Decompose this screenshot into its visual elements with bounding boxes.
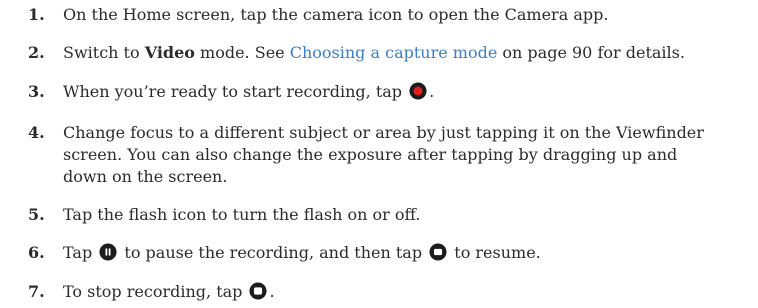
step-text-suffix: . (269, 282, 275, 301)
step-text-suffix: . (429, 82, 435, 101)
capture-mode-link[interactable]: Choosing a capture mode (290, 43, 498, 62)
step-text-middle: to pause the recording, and then tap (119, 243, 428, 262)
step-text-prefix: Switch to (63, 43, 145, 62)
step-text-middle: mode. See (194, 43, 290, 62)
step-text: Tap to pause the recording, and then tap… (63, 242, 753, 264)
stop-icon (249, 282, 268, 300)
record-icon (409, 82, 427, 100)
step-text-prefix: When you’re ready to start recording, ta… (63, 82, 408, 101)
step-number: 1. (28, 5, 45, 24)
step-text: Switch to Video mode. See Choosing a cap… (63, 42, 753, 64)
step-number: 2. (28, 43, 45, 62)
step-text-line: Change focus to a different subject or a… (63, 123, 704, 142)
step-text-prefix: To stop recording, tap (63, 282, 248, 301)
step-text: When you’re ready to start recording, ta… (63, 81, 753, 103)
step-text: Tap the flash icon to turn the flash on … (63, 205, 421, 224)
step-text-suffix: on page 90 for details. (497, 43, 685, 62)
mode-name: Video (144, 43, 195, 62)
step-text: Change focus to a different subject or a… (63, 122, 753, 188)
step-text-suffix: to resume. (449, 243, 541, 262)
step-text-prefix: Tap (63, 243, 98, 262)
step-text: To stop recording, tap . (63, 281, 753, 303)
step-number: 7. (28, 282, 45, 301)
pause-icon (99, 243, 117, 261)
step-text-line: screen. You can also change the exposure… (63, 145, 678, 164)
step-number: 5. (28, 205, 45, 224)
step-number: 4. (28, 123, 45, 142)
step-text-line: down on the screen. (63, 167, 228, 186)
resume-icon (429, 243, 447, 261)
step-number: 6. (28, 243, 45, 262)
step-text: On the Home screen, tap the camera icon … (63, 5, 609, 24)
step-number: 3. (28, 82, 45, 101)
